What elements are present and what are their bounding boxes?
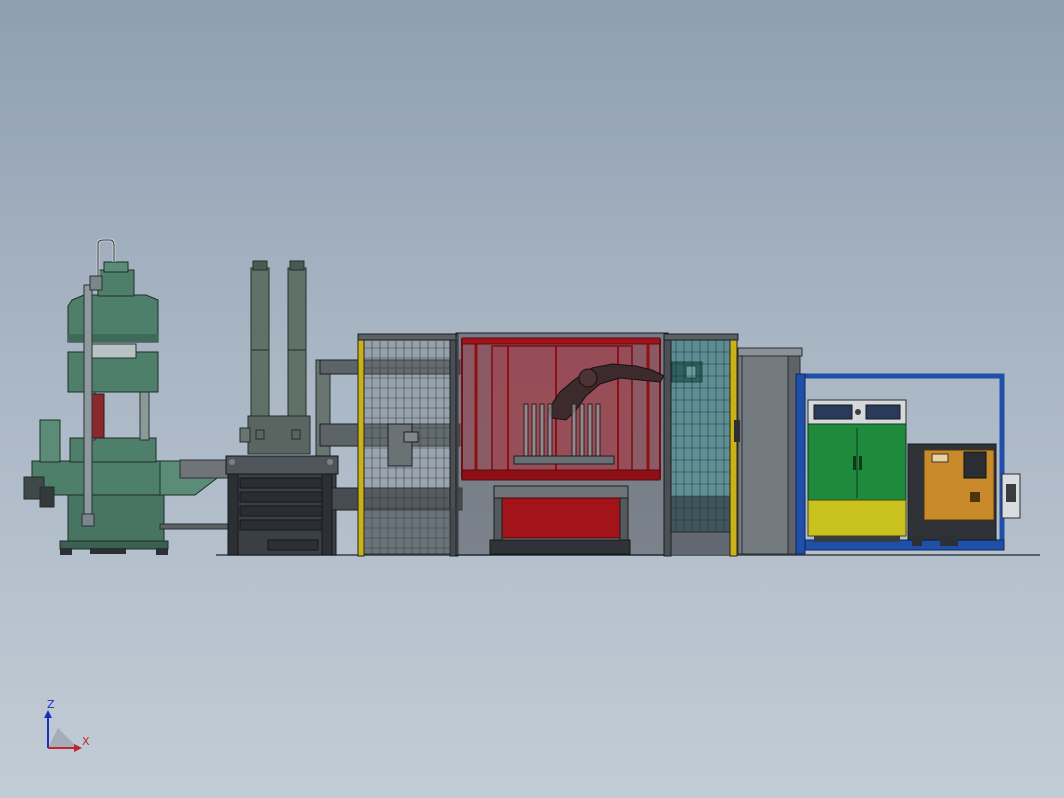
press-feet [59,540,169,550]
baler-top [225,455,339,475]
green-control-cabinet[interactable] [807,399,907,542]
baler-slot-1 [239,477,325,489]
blue-frame-left-post [795,373,806,555]
press-pipe-fitting [89,275,103,291]
grey-electrical-cabinet[interactable] [734,347,803,555]
z-axis-arrow [44,710,52,718]
robot-fixture-base [513,455,615,465]
enclosure-red-base [499,497,625,539]
enclosure-floor [489,539,631,555]
fence-motor-shaft [403,431,419,443]
press-tank [39,419,61,463]
green-cabinet-display-1 [813,404,853,420]
baler-knob-right [327,459,333,465]
robot-joint [578,368,598,388]
enclosure-floor-bar [461,469,661,481]
orange-box-foot-right [940,536,958,546]
grey-cabinet-handle [734,420,740,442]
press-bolster [69,437,157,463]
axis-triad: Z X [40,698,100,758]
press-foot-right [156,548,168,555]
press-motor-end [39,486,55,508]
press-cylinder-cap [103,261,129,273]
teal-lower [668,496,732,554]
fence-top-bar [357,333,459,341]
assembly-model [23,238,1040,557]
press-pipe-end [81,513,95,527]
cylinder-left-cap [252,260,268,271]
axis-triad-plane [48,728,78,748]
grey-cabinet-top [737,347,803,357]
fence-bottom [364,508,454,554]
z-axis-label: Z [47,698,55,711]
press-cylinder [97,269,135,297]
press-crown-shadow [68,334,158,342]
cylinder-right-cap [289,260,305,271]
baler-leg-right [321,473,333,556]
cad-viewport[interactable]: Z X [0,0,1064,798]
press-foot-left [60,548,72,555]
press-column-right [139,391,150,441]
green-cabinet-display-2 [865,404,901,420]
orange-box-foot-left [912,536,922,546]
orange-box-screen [963,451,987,479]
green-cabinet-handle-2 [859,456,862,470]
green-cabinet-knob [855,409,861,415]
baler-leg-left [227,473,239,556]
fence-post-yellow-left [357,335,365,557]
green-cabinet-plinth [814,536,900,542]
press-ram-red [91,393,105,439]
press-foot-mid [90,548,126,554]
teal-top-bar [663,333,739,341]
baler-knob-left [229,459,235,465]
transfer-rail [159,523,231,530]
baler-foot [267,539,319,551]
cylinder-right [287,267,307,419]
teal-post-dark [663,333,672,557]
teal-post-yellow [729,335,738,557]
baler-unit[interactable] [225,455,339,556]
fence-motor [387,423,413,467]
enclosure-table [493,485,629,499]
enclosure-top-bar [461,337,661,345]
green-cabinet-base [807,499,907,537]
cylinder-bracket [239,427,251,443]
x-axis-label: X [82,735,90,748]
baler-slot-2 [239,491,325,503]
cylinder-base [247,415,311,455]
cylinder-left [250,267,270,419]
green-cabinet-handle [853,456,856,470]
press-die [89,343,137,359]
twin-cylinder-columns[interactable] [239,260,331,461]
press-pipe [83,284,93,522]
orange-box-label [931,453,949,463]
baler-slot-3 [239,505,325,517]
orange-box-latch [970,492,980,502]
baler-slot-4 [239,519,325,531]
teal-panel-cell[interactable] [663,333,739,557]
hydraulic-press[interactable] [23,238,226,555]
safety-fence-cell[interactable] [357,333,459,557]
orange-box-side-motor [1006,484,1016,502]
grey-cabinet-body [737,355,791,555]
x-axis-arrow [74,744,82,752]
